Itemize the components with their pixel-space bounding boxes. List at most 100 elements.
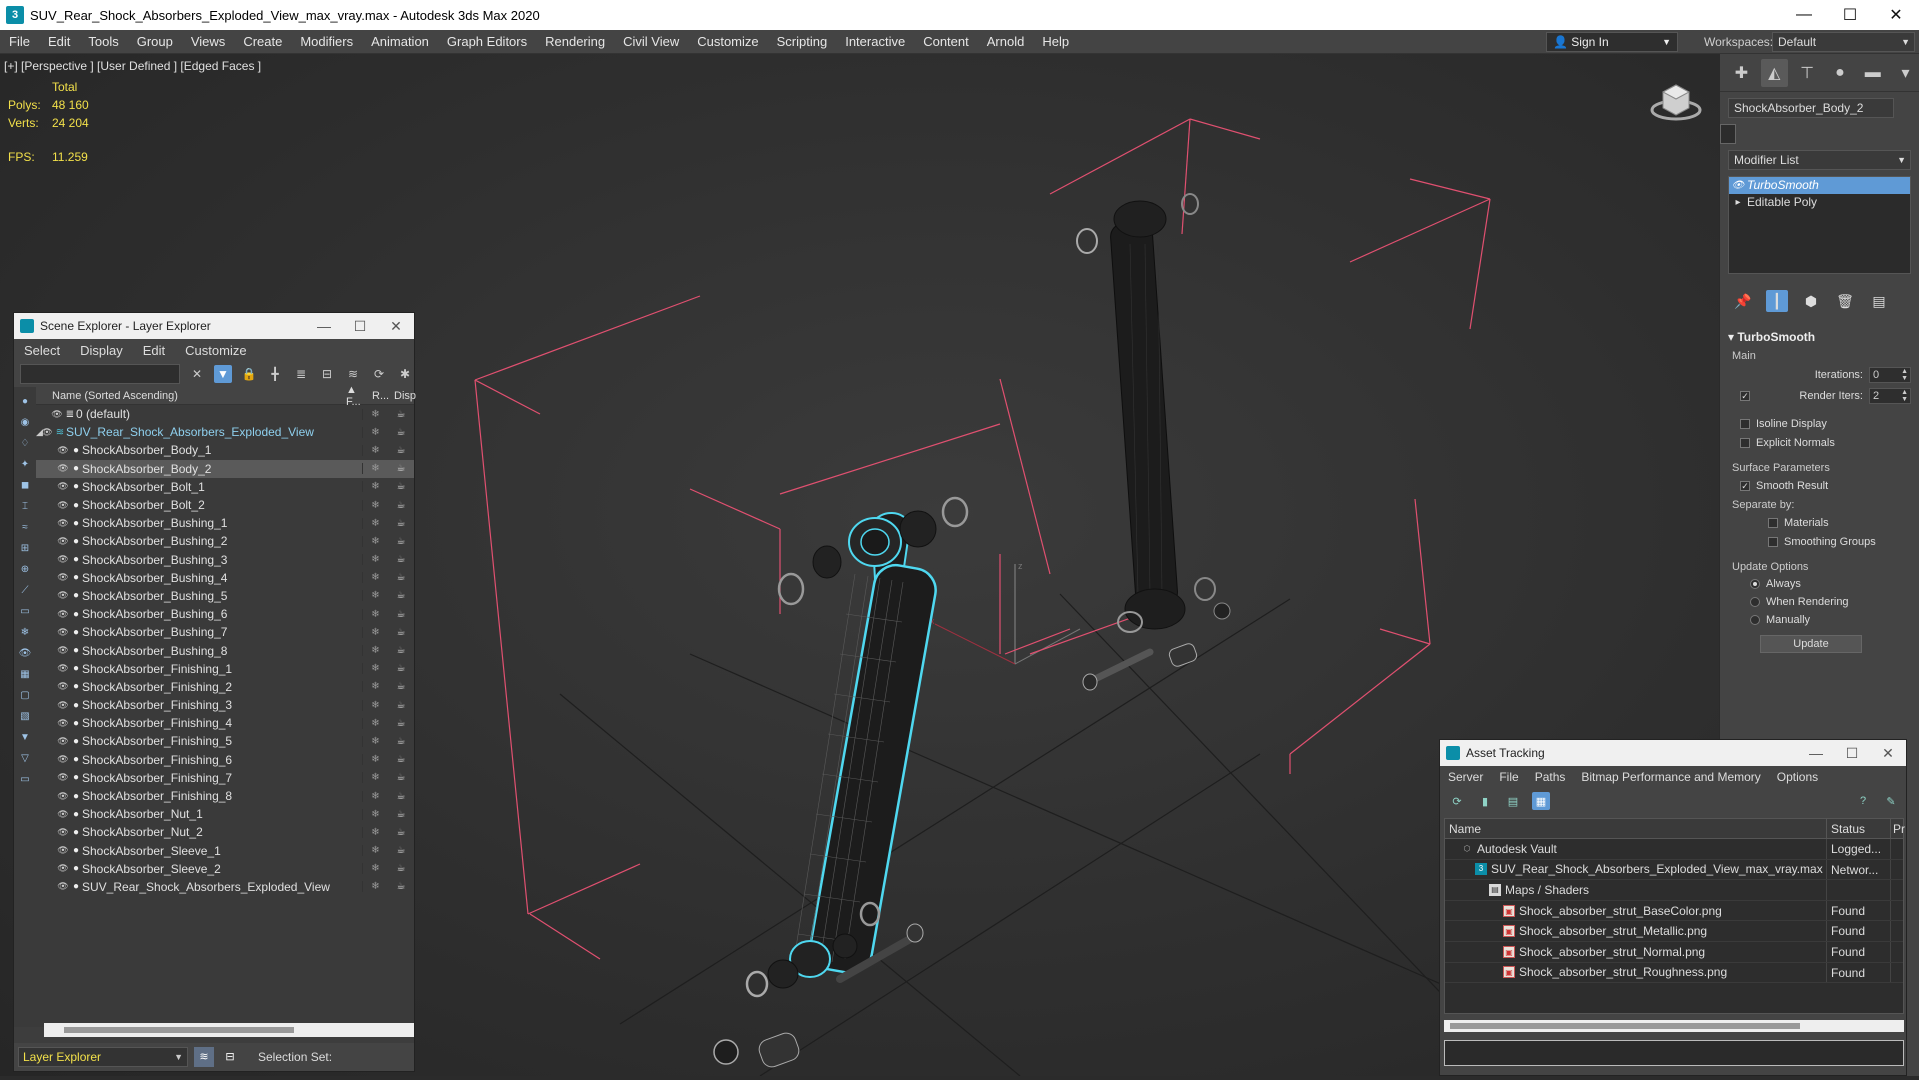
list-item[interactable]: ◢ 👁 ≋ SUV_Rear_Shock_Absorbers_Exploded_Vi… — [36, 423, 414, 441]
eye-icon[interactable]: 👁 — [56, 718, 70, 729]
list-item[interactable]: 👁 ● ShockAbsorber_Bushing_5 ❄ ☕ — [36, 587, 414, 605]
modifier-list-dropdown[interactable]: Modifier List ▼ — [1728, 150, 1911, 170]
maximize-button[interactable]: ☐ — [1834, 745, 1870, 762]
lock-icon[interactable]: 🔒 — [240, 365, 258, 383]
render-toggle-icon[interactable]: ☕ — [388, 863, 414, 874]
table-view-icon[interactable]: ▦ — [1532, 792, 1550, 810]
scrollbar-thumb[interactable] — [64, 1027, 294, 1033]
pin-stack-icon[interactable]: 📌 — [1732, 290, 1754, 312]
menu-select[interactable]: Select — [14, 343, 70, 358]
eye-icon[interactable]: 👁 — [56, 663, 70, 674]
menu-customize[interactable]: Customize — [688, 30, 767, 54]
minimize-button[interactable]: — — [1798, 745, 1834, 761]
viewport-label[interactable]: [+] [Perspective ] [User Defined ] [Edge… — [4, 59, 261, 73]
scrollbar-thumb[interactable] — [1450, 1023, 1800, 1029]
freeze-toggle-icon[interactable]: ❄ — [362, 535, 388, 547]
select-none-icon[interactable]: ▢ — [17, 687, 33, 703]
render-toggle-icon[interactable]: ☕ — [388, 663, 414, 674]
freeze-toggle-icon[interactable]: ❄ — [362, 772, 388, 784]
col-display-header[interactable]: Disp — [394, 390, 416, 402]
eye-icon[interactable]: 👁 — [56, 681, 70, 692]
menu-group[interactable]: Group — [128, 30, 182, 54]
menu-modifiers[interactable]: Modifiers — [291, 30, 362, 54]
frozen-filter-icon[interactable]: ❄ — [17, 624, 33, 640]
menu-help[interactable]: Help — [1033, 30, 1078, 54]
eye-icon[interactable]: 👁 — [56, 500, 70, 511]
refresh-icon[interactable]: ⟳ — [1448, 792, 1466, 810]
sign-in-dropdown[interactable]: 👤 Sign In ▼ — [1546, 32, 1678, 52]
help-icon[interactable]: ? — [1854, 792, 1872, 810]
freeze-toggle-icon[interactable]: ❄ — [362, 572, 388, 584]
when-rendering-radio[interactable]: When Rendering — [1728, 593, 1911, 611]
maximize-button[interactable]: ☐ — [342, 318, 378, 335]
eye-icon[interactable]: 👁 — [56, 445, 70, 456]
filter-icon[interactable]: ▼ — [214, 365, 232, 383]
freeze-toggle-icon[interactable]: ❄ — [362, 426, 388, 438]
iterations-spinner[interactable]: 0 ▲ ▼ — [1869, 366, 1911, 383]
clear-search-icon[interactable]: ✕ — [188, 365, 206, 383]
hierarchy-tab-icon[interactable]: ⊤ — [1794, 59, 1821, 87]
render-toggle-icon[interactable]: ☕ — [388, 845, 414, 856]
menu-arnold[interactable]: Arnold — [978, 30, 1034, 54]
render-toggle-icon[interactable]: ☕ — [388, 809, 414, 820]
freeze-toggle-icon[interactable]: ❄ — [362, 408, 388, 420]
cameras-filter-icon[interactable]: ◼ — [17, 477, 33, 493]
list-item[interactable]: 👁 ● ShockAbsorber_Finishing_7 ❄ ☕ — [36, 769, 414, 787]
stack-item-turbosmooth[interactable]: 👁 TurboSmooth — [1729, 177, 1910, 194]
freeze-toggle-icon[interactable]: ❄ — [362, 444, 388, 456]
layers-icon[interactable]: ≣ — [292, 365, 310, 383]
render-toggle-icon[interactable]: ☕ — [388, 754, 414, 765]
list-item[interactable]: 👁 ● ShockAbsorber_Sleeve_2 ❄ ☕ — [36, 860, 414, 878]
eye-icon[interactable]: 👁 — [56, 627, 70, 638]
table-row[interactable]: 3 SUV_Rear_Shock_Absorbers_Exploded_View_… — [1445, 859, 1903, 881]
freeze-toggle-icon[interactable]: ❄ — [362, 481, 388, 493]
settings-icon[interactable]: ✱ — [396, 365, 414, 383]
list-item[interactable]: 👁 ● ShockAbsorber_Finishing_1 ❄ ☕ — [36, 660, 414, 678]
render-toggle-icon[interactable]: ☕ — [388, 427, 414, 438]
render-toggle-icon[interactable]: ☕ — [388, 590, 414, 601]
list-item[interactable]: 👁 ● ShockAbsorber_Bushing_1 ❄ ☕ — [36, 514, 414, 532]
list-item[interactable]: 👁 ● ShockAbsorber_Bushing_2 ❄ ☕ — [36, 532, 414, 550]
freeze-toggle-icon[interactable]: ❄ — [362, 808, 388, 820]
eye-icon[interactable]: 👁 — [56, 791, 70, 802]
menu-views[interactable]: Views — [182, 30, 234, 54]
maximize-button[interactable]: ☐ — [1827, 0, 1873, 30]
menu-edit[interactable]: Edit — [133, 343, 175, 358]
list-item[interactable]: 👁 ● ShockAbsorber_Finishing_6 ❄ ☕ — [36, 751, 414, 769]
freeze-toggle-icon[interactable]: ❄ — [362, 463, 388, 475]
list-item[interactable]: 👁 ● ShockAbsorber_Finishing_4 ❄ ☕ — [36, 714, 414, 732]
create-tab-icon[interactable]: ✚ — [1728, 59, 1755, 87]
menu-display[interactable]: Display — [70, 343, 133, 358]
render-toggle-icon[interactable]: ☕ — [388, 500, 414, 511]
close-button[interactable]: ✕ — [1873, 0, 1919, 30]
minimize-button[interactable]: — — [306, 318, 342, 334]
freeze-toggle-icon[interactable]: ❄ — [362, 554, 388, 566]
horizontal-scrollbar[interactable] — [1444, 1020, 1904, 1032]
freeze-toggle-icon[interactable]: ❄ — [362, 517, 388, 529]
freeze-toggle-icon[interactable]: ❄ — [362, 590, 388, 602]
freeze-toggle-icon[interactable]: ❄ — [362, 681, 388, 693]
folder-icon[interactable]: ▭ — [17, 771, 33, 787]
freeze-toggle-icon[interactable]: ❄ — [362, 608, 388, 620]
object-color-swatch[interactable] — [1720, 124, 1736, 144]
asset-tracking-title-bar[interactable]: Asset Tracking — ☐ ✕ — [1440, 740, 1906, 766]
list-item[interactable]: 👁 ● ShockAbsorber_Finishing_2 ❄ ☕ — [36, 678, 414, 696]
menu-customize[interactable]: Customize — [175, 343, 256, 358]
menu-create[interactable]: Create — [234, 30, 291, 54]
render-toggle-icon[interactable]: ☕ — [388, 572, 414, 583]
object-name-field[interactable]: ShockAbsorber_Body_2 — [1728, 98, 1894, 118]
explorer-type-select[interactable]: Layer Explorer ▼ — [18, 1047, 188, 1067]
menu-server[interactable]: Server — [1440, 770, 1491, 784]
eye-icon[interactable]: 👁 — [56, 772, 70, 783]
menu-file[interactable]: File — [1491, 770, 1526, 784]
materials-checkbox[interactable]: Materials — [1728, 513, 1911, 532]
list-item[interactable]: 👁 ● ShockAbsorber_Sleeve_1 ❄ ☕ — [36, 842, 414, 860]
menu-tools[interactable]: Tools — [79, 30, 127, 54]
bones-filter-icon[interactable]: ⟋ — [17, 582, 33, 598]
minimize-button[interactable]: — — [1781, 0, 1827, 30]
list-item[interactable]: 👁 ● ShockAbsorber_Finishing_3 ❄ ☕ — [36, 696, 414, 714]
list-item[interactable]: 👁 ≣ 0 (default) ❄ ☕ — [36, 405, 414, 423]
geometry-filter-icon[interactable]: ◉ — [17, 414, 33, 430]
freeze-toggle-icon[interactable]: ❄ — [362, 826, 388, 838]
hidden-filter-icon[interactable]: 👁 — [17, 645, 33, 661]
